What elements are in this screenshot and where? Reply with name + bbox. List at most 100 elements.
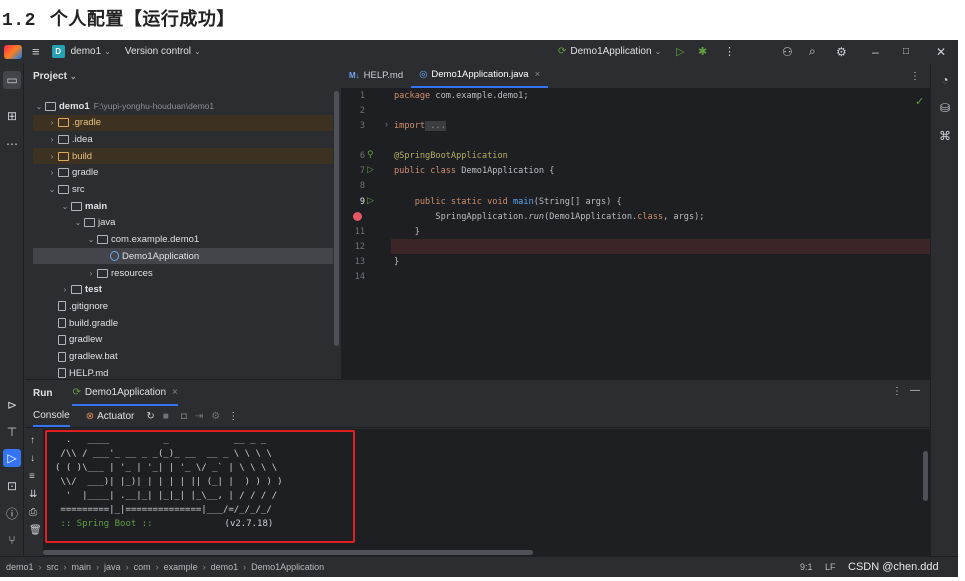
gradle-icon[interactable]: ⌘ [936, 127, 954, 145]
problems-icon[interactable]: ⓘ [3, 504, 21, 522]
project-folder-icon[interactable]: ▭ [3, 71, 21, 89]
project-header[interactable]: Project ⌄ [25, 63, 341, 89]
more-actions-icon[interactable]: ⋮ [228, 411, 238, 422]
editor: M↓ HELP.md ◎ Demo1Application.java × ⋮ 1… [341, 63, 930, 379]
structure-icon[interactable]: ⊞ [3, 107, 21, 125]
terminal-icon[interactable]: ⊡ [3, 477, 21, 495]
cursor-position[interactable]: 9:1 [800, 562, 813, 572]
more-actions-icon[interactable]: ⋮ [892, 386, 902, 397]
print-icon[interactable]: ⎙ [29, 507, 37, 518]
tree-item[interactable]: gradlew [33, 332, 333, 348]
close-tab-icon[interactable]: × [535, 69, 541, 80]
notifications-icon[interactable]: ◔ [936, 71, 954, 89]
breadcrumb-item[interactable]: demo1 [6, 562, 34, 572]
vcs-menu[interactable]: Version control ⌄ [125, 46, 201, 57]
breadcrumb-item[interactable]: example [164, 562, 198, 572]
expand-arrow-icon[interactable]: › [59, 285, 71, 294]
tree-item[interactable]: › build [33, 148, 333, 165]
add-user-icon[interactable]: ⚇ [782, 45, 793, 59]
fold-icon[interactable]: › [385, 119, 388, 129]
close-tab-icon[interactable]: × [172, 387, 178, 398]
breadcrumb-item[interactable]: main [72, 562, 92, 572]
more-actions-icon[interactable]: ⋮ [724, 45, 735, 58]
tree-item[interactable]: .gitignore [33, 298, 333, 314]
tab-options-icon[interactable]: ⋮ [910, 71, 920, 82]
more-tools-icon[interactable]: ⋯ [3, 135, 21, 153]
run-gutter-icon[interactable]: ▷ [367, 195, 374, 206]
main-menu-icon[interactable]: ≡ [32, 44, 40, 59]
breadcrumb-item[interactable]: java [104, 562, 121, 572]
code-token: (Demo1Application. [544, 212, 638, 222]
console-h-scrollbar[interactable] [43, 550, 533, 555]
tree-item[interactable]: › resources [33, 265, 333, 281]
tree-item[interactable]: › .gradle [33, 114, 333, 131]
arrow-down-icon[interactable]: ↓ [30, 453, 35, 464]
expand-arrow-icon[interactable]: ⌄ [33, 102, 45, 111]
folded-imports[interactable]: ... [425, 121, 446, 131]
expand-arrow-icon[interactable]: ⌄ [46, 185, 58, 194]
breakpoint-icon[interactable] [353, 212, 362, 221]
tree-item[interactable]: ⌄ com.example.demo1 [33, 232, 333, 248]
gear-icon[interactable]: ⚙ [836, 45, 847, 59]
expand-arrow-icon[interactable]: ⌄ [72, 218, 84, 227]
tree-item[interactable]: › test [33, 282, 333, 298]
database-icon[interactable]: ⛁ [936, 99, 954, 117]
project-switcher[interactable]: D demo1 ⌄ [51, 45, 111, 58]
run-tool-icon[interactable]: ▷ [3, 449, 21, 467]
services-icon[interactable]: ⊳ [3, 396, 21, 414]
search-icon[interactable]: ⌕ [809, 44, 816, 59]
inspection-ok-icon[interactable]: ✓ [915, 95, 924, 108]
tab-help-md[interactable]: M↓ HELP.md [341, 62, 411, 88]
maximize-icon[interactable]: □ [903, 46, 909, 57]
code-area[interactable]: package com.example.demo1; import ... @S… [394, 89, 930, 379]
expand-arrow-icon[interactable]: › [46, 152, 58, 161]
arrow-up-icon[interactable]: ↑ [30, 435, 35, 446]
line-separator[interactable]: LF [825, 562, 836, 572]
tree-item[interactable]: › .idea [33, 131, 333, 147]
close-icon[interactable]: ✕ [936, 45, 946, 59]
camera-icon[interactable]: ◘ [181, 411, 187, 422]
breadcrumb-item[interactable]: com [134, 562, 151, 572]
scroll-to-end-icon[interactable]: ⇊ [29, 489, 37, 500]
tree-item[interactable]: ⌄ main [33, 198, 333, 214]
tab-demo1application[interactable]: ◎ Demo1Application.java × [411, 62, 549, 88]
watermark: CSDN @chen.ddd [848, 561, 939, 573]
expand-arrow-icon[interactable]: › [85, 269, 97, 278]
minimize-icon[interactable]: – [872, 45, 879, 59]
tree-item[interactable]: ⌄ java [33, 215, 333, 231]
expand-arrow-icon[interactable]: › [46, 168, 58, 177]
breadcrumb-item[interactable]: Demo1Application [251, 562, 324, 572]
project-scrollbar[interactable] [334, 91, 339, 346]
build-icon[interactable]: ⊤ [3, 423, 21, 441]
expand-arrow-icon[interactable]: ⌄ [59, 202, 71, 211]
minimize-panel-icon[interactable]: — [910, 385, 920, 396]
tree-item[interactable]: ⌄ demo1 F:\yupi-yonghu-houduan\demo1 [33, 98, 333, 114]
expand-arrow-icon[interactable]: › [46, 118, 58, 127]
tree-item[interactable]: ⌄ src [33, 182, 333, 198]
run-config-selector[interactable]: ⟳ Demo1Application ⌄ [558, 46, 661, 57]
spring-bean-icon[interactable]: ⚲ [367, 149, 374, 160]
actuator-tab[interactable]: Actuator [97, 411, 134, 422]
expand-arrow-icon[interactable]: ⌄ [85, 235, 97, 244]
tree-item[interactable]: build.gradle [33, 315, 333, 331]
run-icon[interactable]: ▷ [676, 45, 684, 58]
settings-icon[interactable]: ⚙ [211, 411, 220, 422]
git-icon[interactable]: ⑂ [3, 531, 21, 549]
soft-wrap-icon[interactable]: ≡ [29, 471, 35, 482]
tree-item[interactable]: › gradle [33, 165, 333, 181]
rerun-icon[interactable]: ↻ [146, 411, 154, 422]
console-tab[interactable]: Console [33, 406, 70, 427]
run-gutter-icon[interactable]: ▷ [367, 164, 374, 175]
stop-icon[interactable]: ■ [163, 411, 169, 422]
breadcrumb-item[interactable]: demo1 [211, 562, 239, 572]
console-scrollbar[interactable] [923, 451, 928, 501]
debug-icon[interactable]: ✱ [698, 45, 707, 58]
line-number: 9 [359, 197, 365, 207]
tree-item[interactable]: gradlew.bat [33, 349, 333, 365]
exit-icon[interactable]: ⇥ [195, 411, 203, 422]
trash-icon[interactable]: 🗑 [29, 525, 42, 536]
expand-arrow-icon[interactable]: › [46, 135, 58, 144]
run-tab[interactable]: ⟳ Demo1Application × [72, 380, 178, 406]
breadcrumb-item[interactable]: src [47, 562, 59, 572]
tree-item[interactable]: Demo1Application [33, 248, 333, 265]
